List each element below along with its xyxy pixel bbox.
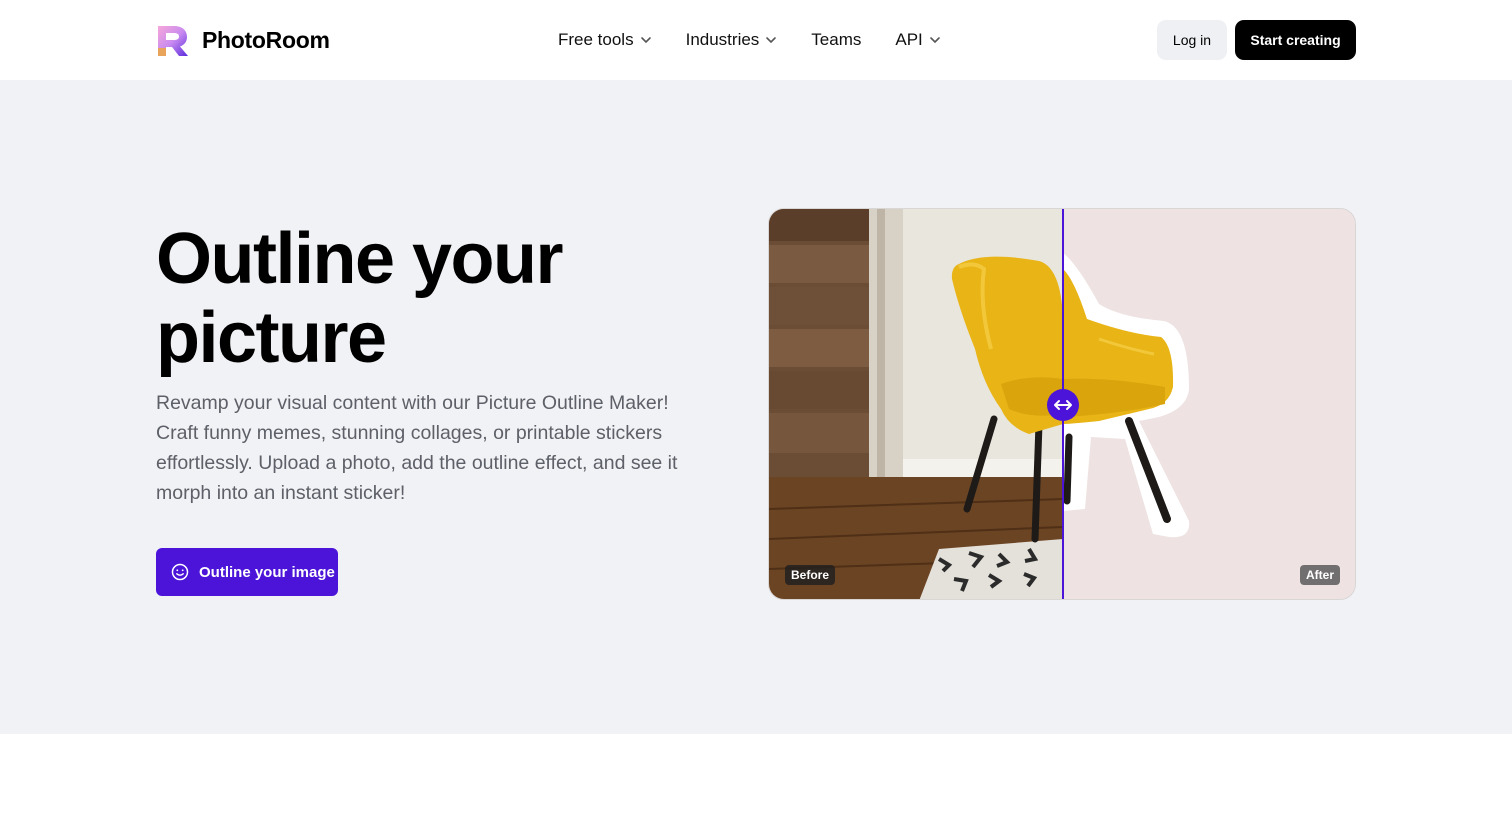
nav-api[interactable]: API xyxy=(895,28,940,52)
brand-name: PhotoRoom xyxy=(202,26,330,53)
nav-free-tools-label: Free tools xyxy=(558,30,634,49)
outline-image-button-label: Outline your image xyxy=(199,563,335,581)
hero-section: Outline your picture Revamp your visual … xyxy=(0,80,1512,734)
page-title: Outline your picture xyxy=(156,219,564,378)
after-label: After xyxy=(1299,565,1340,585)
nav-teams-label: Teams xyxy=(811,30,862,49)
chevron-down-icon xyxy=(766,37,777,44)
left-right-arrow-icon xyxy=(1054,400,1072,410)
before-after-comparison[interactable]: Before After xyxy=(768,208,1356,600)
chevron-down-icon xyxy=(640,37,651,44)
nav-industries-label: Industries xyxy=(685,30,760,49)
site-header: PhotoRoom Free tools Industries Teams AP… xyxy=(0,0,1512,80)
login-button[interactable]: Log in xyxy=(1157,20,1227,60)
next-section xyxy=(0,734,1512,814)
brand-logo[interactable]: PhotoRoom xyxy=(156,23,330,57)
nav-industries[interactable]: Industries xyxy=(686,28,778,52)
nav-api-label: API xyxy=(895,30,923,49)
smile-icon xyxy=(171,563,189,581)
nav-free-tools[interactable]: Free tools xyxy=(558,28,652,52)
main-nav: Free tools Industries Teams API xyxy=(558,28,975,52)
hero-description: Revamp your visual content with our Pict… xyxy=(156,392,678,504)
comparison-slider-handle[interactable] xyxy=(1047,389,1079,421)
nav-teams[interactable]: Teams xyxy=(811,28,861,52)
before-label: Before xyxy=(785,565,836,585)
chevron-down-icon xyxy=(929,37,940,44)
start-creating-button[interactable]: Start creating xyxy=(1235,20,1356,60)
outline-image-button[interactable]: Outline your image xyxy=(156,548,338,596)
photoroom-logo-icon xyxy=(158,26,188,56)
